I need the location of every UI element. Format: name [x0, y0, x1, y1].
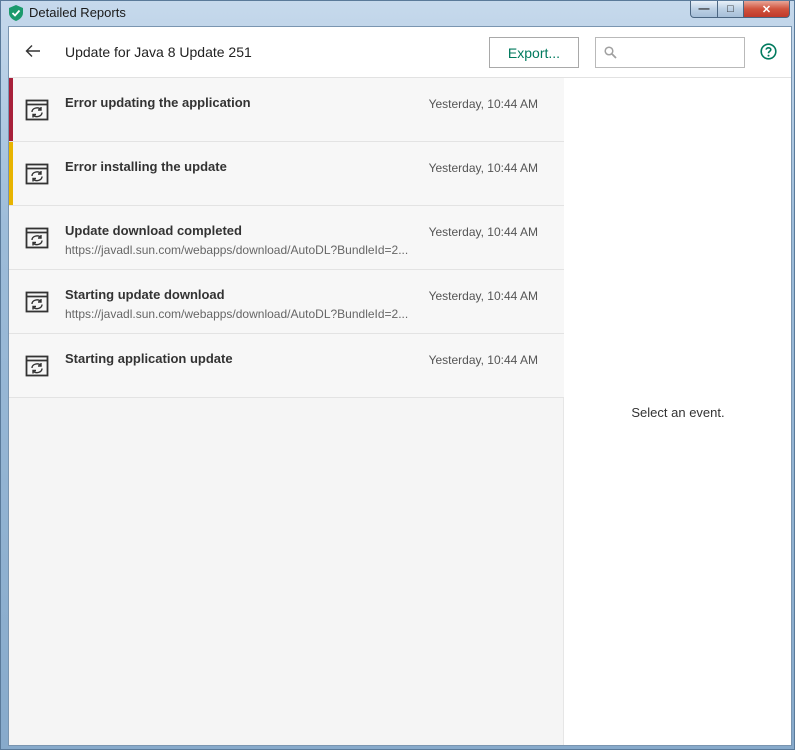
window-controls: — □ ✕ [690, 1, 790, 18]
event-row[interactable]: Error installing the update Yesterday, 1… [9, 142, 564, 206]
event-title: Error installing the update [65, 159, 227, 174]
event-row[interactable]: Error updating the application Yesterday… [9, 78, 564, 142]
severity-indicator [9, 142, 13, 205]
event-row[interactable]: Update download completed Yesterday, 10:… [9, 206, 564, 270]
client-area: Update for Java 8 Update 251 Export... E… [8, 26, 792, 746]
event-subtitle: https://javadl.sun.com/webapps/download/… [65, 307, 409, 321]
event-time: Yesterday, 10:44 AM [428, 225, 538, 239]
search-box[interactable] [595, 37, 745, 68]
update-window-icon [25, 227, 49, 249]
search-icon [604, 46, 617, 59]
page-title: Update for Java 8 Update 251 [65, 44, 252, 60]
severity-indicator [9, 206, 13, 269]
severity-indicator [9, 334, 13, 397]
event-time: Yesterday, 10:44 AM [428, 353, 538, 367]
header: Update for Java 8 Update 251 Export... [9, 27, 791, 78]
event-title: Update download completed [65, 223, 242, 238]
event-detail-pane: Select an event. [565, 78, 791, 745]
event-time: Yesterday, 10:44 AM [428, 289, 538, 303]
event-time: Yesterday, 10:44 AM [428, 97, 538, 111]
title-bar[interactable]: Detailed Reports — □ ✕ [1, 1, 794, 25]
shield-icon [9, 5, 23, 21]
event-list: Error updating the application Yesterday… [9, 78, 564, 745]
arrow-left-icon[interactable] [23, 41, 43, 61]
event-time: Yesterday, 10:44 AM [428, 161, 538, 175]
event-row[interactable]: Starting application update Yesterday, 1… [9, 334, 564, 398]
export-button[interactable]: Export... [489, 37, 579, 68]
update-window-icon [25, 355, 49, 377]
update-window-icon [25, 99, 49, 121]
event-subtitle: https://javadl.sun.com/webapps/download/… [65, 243, 409, 257]
event-title: Starting application update [65, 351, 233, 366]
minimize-button[interactable]: — [690, 1, 718, 18]
event-title: Starting update download [65, 287, 225, 302]
search-input[interactable] [622, 44, 740, 62]
maximize-button[interactable]: □ [718, 1, 744, 18]
severity-indicator [9, 78, 13, 141]
update-window-icon [25, 291, 49, 313]
app-window: Detailed Reports — □ ✕ Update for Java 8… [0, 0, 795, 750]
severity-indicator [9, 270, 13, 333]
event-title: Error updating the application [65, 95, 251, 110]
empty-state-message: Select an event. [631, 405, 725, 420]
close-button[interactable]: ✕ [744, 1, 790, 18]
event-row[interactable]: Starting update download Yesterday, 10:4… [9, 270, 564, 334]
window-title: Detailed Reports [29, 5, 126, 20]
update-window-icon [25, 163, 49, 185]
help-icon[interactable] [760, 43, 777, 60]
